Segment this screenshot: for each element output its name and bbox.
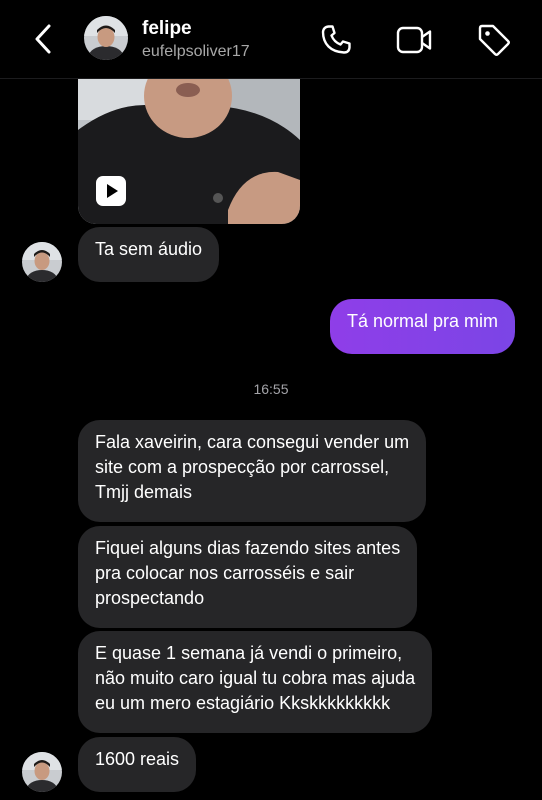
- message-bubble-in[interactable]: E quase 1 semana já vendi o primeiro, nã…: [78, 631, 433, 733]
- message-line: Ta sem áudio: [95, 239, 203, 259]
- message-bubble-in[interactable]: Fala xaveirin, cara consegui vender um s…: [78, 420, 427, 522]
- contact-username[interactable]: eufelpsoliver17: [142, 43, 250, 61]
- sender-avatar[interactable]: [22, 242, 62, 282]
- message-line: Tmjj demais: [95, 482, 193, 502]
- call-button[interactable]: [318, 22, 354, 58]
- message-bubble-out[interactable]: Tá normal pra mim: [330, 299, 516, 354]
- message-line: Tá normal pra mim: [347, 311, 499, 331]
- header-avatar[interactable]: [84, 16, 128, 60]
- phone-icon: [321, 25, 351, 54]
- message-line: Fala xaveirin, cara consegui vender um: [95, 432, 410, 452]
- sender-avatar[interactable]: [22, 752, 62, 792]
- chat-header: felipe eufelpsoliver17: [0, 0, 542, 79]
- play-button[interactable]: [96, 176, 126, 206]
- message-line: E quase 1 semana já vendi o primeiro,: [95, 643, 403, 663]
- chat-screen: felipe eufelpsoliver17 Ta sem áudio Tá n…: [0, 0, 542, 800]
- avatar-image: [22, 752, 62, 792]
- tag-icon: [478, 24, 510, 56]
- message-bubble-in[interactable]: Ta sem áudio: [78, 227, 220, 282]
- message-bubble-in[interactable]: 1600 reais: [78, 737, 197, 792]
- video-call-button[interactable]: [395, 22, 432, 58]
- play-icon: [107, 184, 118, 198]
- message-line: eu um mero estagiário Kkskkkkkkkkk: [95, 693, 391, 713]
- avatar-image: [84, 16, 128, 60]
- message-timestamp: 16:55: [253, 381, 289, 397]
- message-bubble-in[interactable]: Fiquei alguns dias fazendo sites antes p…: [78, 526, 418, 628]
- contact-name[interactable]: felipe: [142, 18, 192, 40]
- back-button[interactable]: [28, 20, 60, 58]
- message-line: site com a prospecção por carrossel,: [95, 457, 390, 477]
- message-line: Fiquei alguns dias fazendo sites antes: [95, 538, 401, 558]
- video-message[interactable]: [78, 60, 300, 224]
- tag-button[interactable]: [476, 22, 512, 58]
- message-line: prospectando: [95, 588, 205, 608]
- chevron-left-icon: [35, 24, 51, 54]
- video-camera-icon: [396, 26, 432, 54]
- message-line: pra colocar nos carrosséis e sair: [95, 563, 355, 583]
- message-line: 1600 reais: [95, 749, 180, 769]
- message-line: não muito caro igual tu cobra mas ajuda: [95, 668, 416, 688]
- avatar-image: [22, 242, 62, 282]
